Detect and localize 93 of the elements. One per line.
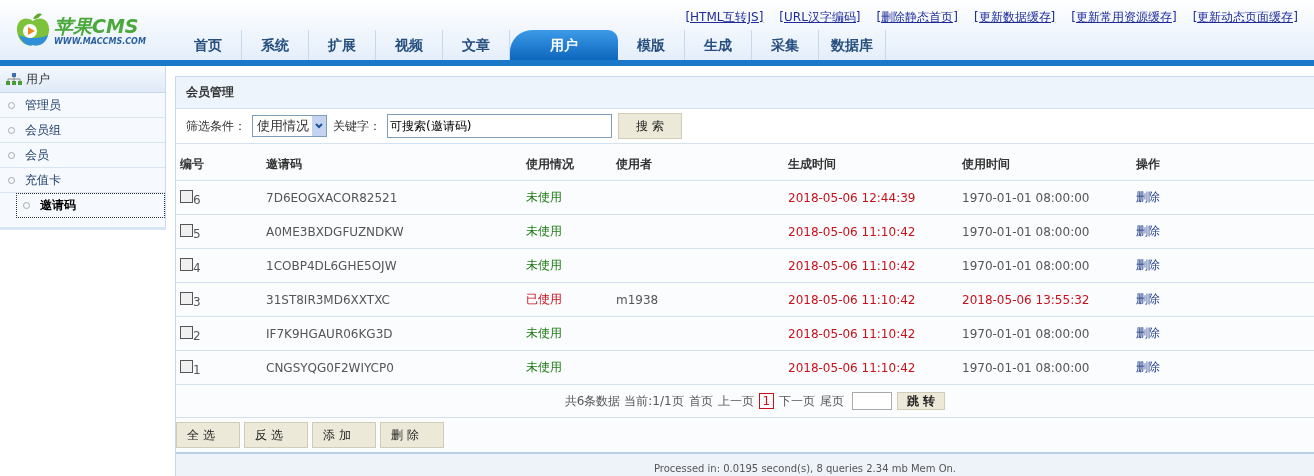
column-header: 邀请码 bbox=[265, 148, 525, 181]
sidebar-item[interactable]: 充值卡 bbox=[0, 168, 165, 193]
delete-link[interactable]: 删除 bbox=[1136, 326, 1160, 340]
created-time: 2018-05-06 11:10:42 bbox=[788, 360, 916, 375]
row-checkbox[interactable] bbox=[180, 326, 193, 339]
created-time: 2018-05-06 11:10:42 bbox=[788, 292, 916, 307]
used-time: 1970-01-01 08:00:00 bbox=[962, 360, 1090, 375]
search-button[interactable]: 搜 索 bbox=[618, 113, 682, 139]
row-number: 3 bbox=[193, 295, 201, 309]
nav-tab[interactable]: 扩展 bbox=[309, 30, 376, 60]
usage-status: 未使用 bbox=[526, 326, 562, 340]
top-link[interactable]: [HTML互转JS] bbox=[685, 9, 764, 26]
row-checkbox[interactable] bbox=[180, 190, 193, 203]
keyword-label: 关键字： bbox=[333, 117, 381, 135]
row-checkbox[interactable] bbox=[180, 292, 193, 305]
top-link[interactable]: [删除静态首页] bbox=[876, 9, 958, 26]
filter-label: 筛选条件： bbox=[186, 117, 246, 135]
created-time: 2018-05-06 11:10:42 bbox=[788, 326, 916, 341]
nav-tab[interactable]: 采集 bbox=[752, 30, 819, 60]
usage-status: 未使用 bbox=[526, 224, 562, 238]
next-page-link[interactable]: 下一页 bbox=[779, 392, 816, 410]
delete-link[interactable]: 删除 bbox=[1136, 258, 1160, 272]
panel-title: 会员管理 bbox=[176, 77, 1314, 109]
page-summary: 共6条数据 当前:1/1页 bbox=[564, 392, 684, 410]
sidebar-item[interactable]: 管理员 bbox=[0, 93, 165, 118]
usage-status: 未使用 bbox=[526, 360, 562, 374]
jump-button[interactable]: 跳 转 bbox=[897, 392, 946, 410]
org-chart-icon bbox=[6, 73, 22, 85]
nav-tab[interactable]: 系统 bbox=[242, 30, 309, 60]
invite-code: IF7K9HGAUR06KG3D bbox=[266, 326, 393, 341]
invite-code: CNGSYQG0F2WIYCP0 bbox=[266, 360, 394, 375]
row-number: 4 bbox=[193, 261, 201, 275]
last-page-link[interactable]: 尾页 bbox=[820, 392, 845, 410]
filter-select[interactable]: 使用情况 bbox=[252, 115, 327, 137]
usage-status: 未使用 bbox=[526, 190, 562, 204]
invite-code: 1COBP4DL6GHE5OJW bbox=[266, 258, 397, 273]
prev-page-link[interactable]: 上一页 bbox=[717, 392, 754, 410]
usage-status: 已使用 bbox=[526, 292, 562, 306]
row-number: 5 bbox=[193, 227, 201, 241]
logo-title: 苹果CMS bbox=[54, 14, 140, 37]
row-number: 6 bbox=[193, 193, 201, 207]
nav-tab[interactable]: 数据库 bbox=[819, 30, 886, 60]
used-time: 1970-01-01 08:00:00 bbox=[962, 258, 1090, 273]
action-button[interactable]: 全 选 bbox=[176, 422, 240, 448]
delete-link[interactable]: 删除 bbox=[1136, 224, 1160, 238]
usage-status: 未使用 bbox=[526, 258, 562, 272]
used-time: 1970-01-01 08:00:00 bbox=[962, 224, 1090, 239]
nav-tab[interactable]: 生成 bbox=[685, 30, 752, 60]
keyword-field[interactable]: 可搜索(邀请码) bbox=[387, 114, 612, 138]
column-header: 使用情况 bbox=[525, 148, 615, 181]
column-header: 使用时间 bbox=[961, 148, 1135, 181]
sidebar-item[interactable]: 会员 bbox=[0, 143, 165, 168]
top-link[interactable]: [更新动态页面缓存] bbox=[1192, 9, 1298, 26]
delete-link[interactable]: 删除 bbox=[1136, 190, 1160, 204]
column-header: 使用者 bbox=[615, 148, 787, 181]
invite-code: A0ME3BXDGFUZNDKW bbox=[266, 224, 404, 239]
column-header: 编号 bbox=[176, 148, 265, 181]
nav-tab[interactable]: 用户 bbox=[510, 30, 618, 60]
delete-link[interactable]: 删除 bbox=[1136, 292, 1160, 306]
action-button[interactable]: 删 除 bbox=[380, 422, 444, 448]
column-header: 生成时间 bbox=[787, 148, 961, 181]
row-number: 2 bbox=[193, 329, 201, 343]
created-time: 2018-05-06 12:44:39 bbox=[788, 190, 916, 205]
page-field[interactable] bbox=[852, 392, 893, 410]
invite-code: 31ST8IR3MD6XXTXC bbox=[266, 292, 390, 307]
used-time: 1970-01-01 08:00:00 bbox=[962, 190, 1090, 205]
row-checkbox[interactable] bbox=[180, 224, 193, 237]
nav-tab[interactable]: 视频 bbox=[376, 30, 443, 60]
sidebar-item[interactable]: 邀请码 bbox=[16, 193, 165, 218]
created-time: 2018-05-06 11:10:42 bbox=[788, 258, 916, 273]
column-header: 操作 bbox=[1135, 148, 1314, 181]
row-checkbox[interactable] bbox=[180, 258, 193, 271]
row-checkbox[interactable] bbox=[180, 360, 193, 373]
top-link[interactable]: [更新常用资源缓存] bbox=[1071, 9, 1177, 26]
delete-link[interactable]: 删除 bbox=[1136, 360, 1160, 374]
footer-text: Processed in: 0.0195 second(s), 8 queries 2.34 mb Mem On. bbox=[653, 463, 957, 476]
action-button[interactable]: 添 加 bbox=[312, 422, 376, 448]
created-time: 2018-05-06 11:10:42 bbox=[788, 224, 916, 239]
nav-tab[interactable]: 首页 bbox=[175, 30, 242, 60]
page-number[interactable]: 1 bbox=[758, 393, 775, 409]
sidebar-title: 用户 bbox=[26, 70, 50, 88]
nav-tab[interactable]: 模版 bbox=[618, 30, 685, 60]
user-name: m1938 bbox=[616, 292, 659, 307]
top-link[interactable]: [URL汉字编码] bbox=[779, 9, 861, 26]
row-number: 1 bbox=[193, 363, 201, 377]
logo-subtitle: WWW.MACCMS.COM bbox=[54, 36, 146, 46]
top-link[interactable]: [更新数据缓存] bbox=[973, 9, 1056, 26]
used-time: 1970-01-01 08:00:00 bbox=[962, 326, 1090, 341]
first-page-link[interactable]: 首页 bbox=[688, 392, 713, 410]
action-button[interactable]: 反 选 bbox=[244, 422, 308, 448]
invite-code: 7D6EOGXACOR82521 bbox=[266, 190, 398, 205]
sidebar-item[interactable]: 会员组 bbox=[0, 118, 165, 143]
used-time: 2018-05-06 13:55:32 bbox=[962, 292, 1090, 307]
